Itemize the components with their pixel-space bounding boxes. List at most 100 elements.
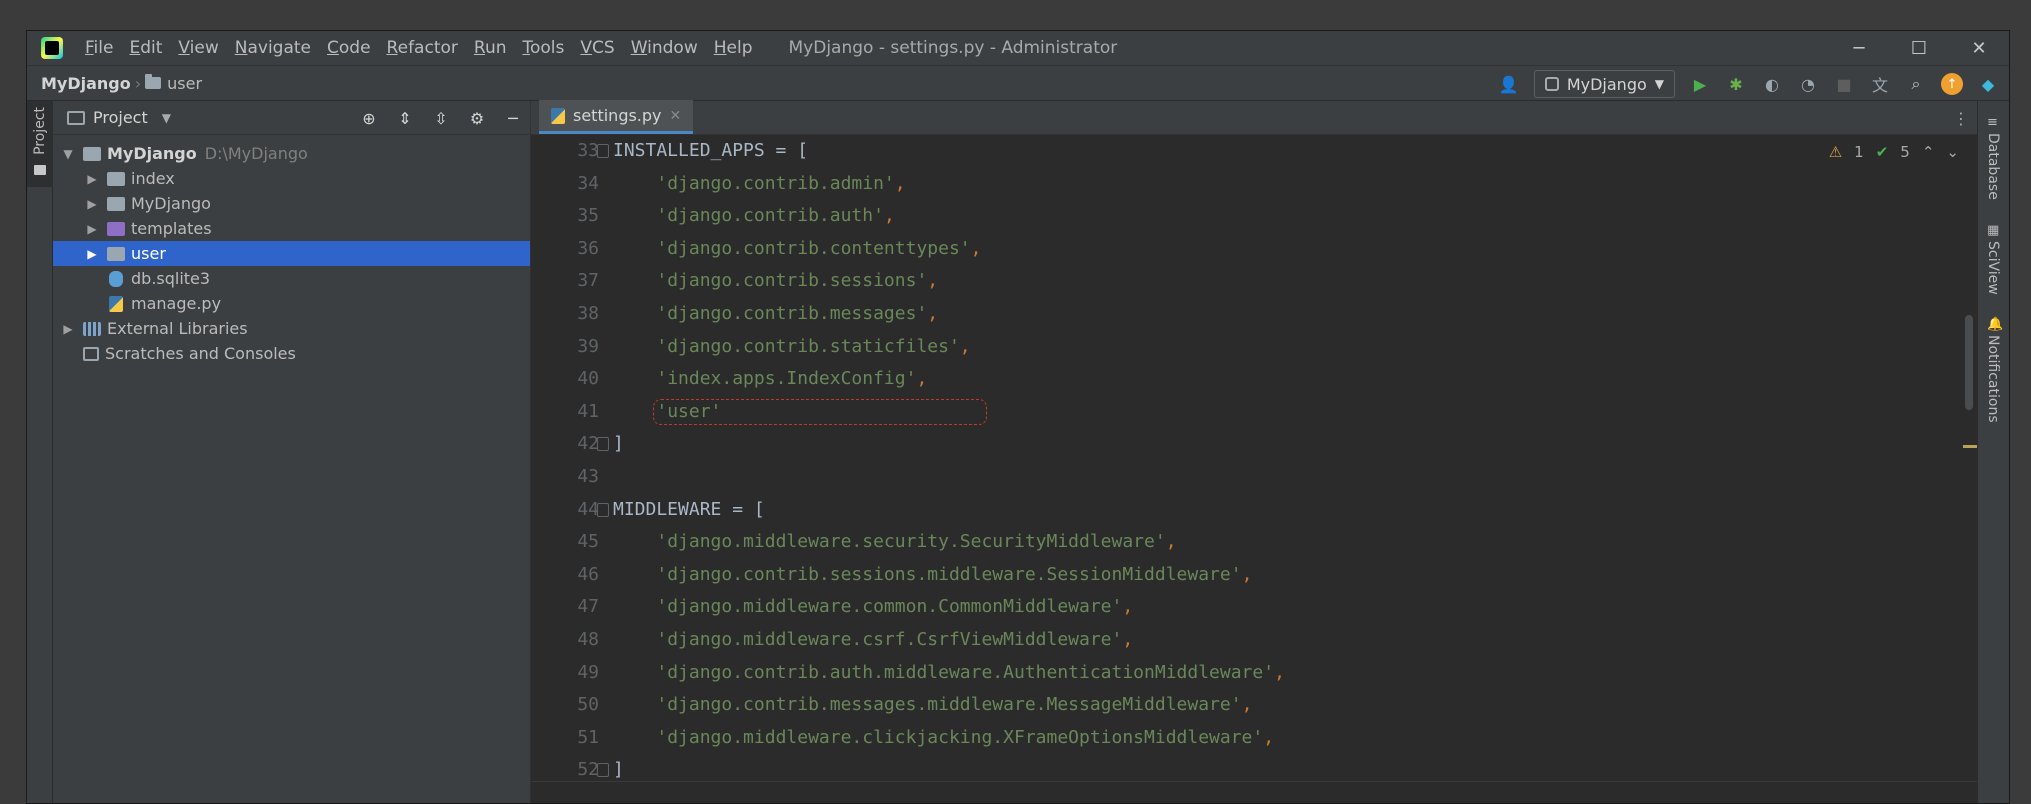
code-line[interactable]: 'django.middleware.csrf.CsrfViewMiddlewa… bbox=[613, 624, 1285, 657]
project-panel: Project ▼ ⊕ ⇕ ⇳ ⚙ ─ ▼ MyDjango D:\MyDjan… bbox=[53, 101, 531, 803]
code-line[interactable]: INSTALLED_APPS = [ bbox=[597, 135, 1285, 168]
inspection-widget[interactable]: ⚠ 1 ✔ 5 ⌃ ⌄ bbox=[1829, 143, 1959, 161]
project-tool-tab[interactable]: Project bbox=[27, 101, 53, 187]
tree-item-external-libraries[interactable]: ▶ External Libraries bbox=[53, 316, 530, 341]
debug-icon[interactable]: ✱ bbox=[1725, 73, 1747, 95]
profile-icon[interactable]: ◔ bbox=[1797, 73, 1819, 95]
tree-item-label: Scratches and Consoles bbox=[105, 344, 296, 363]
maximize-button[interactable]: ☐ bbox=[1889, 31, 1949, 65]
chevron-right-icon[interactable]: ▶ bbox=[85, 197, 99, 211]
error-stripe-mark[interactable] bbox=[1963, 445, 1977, 448]
chevron-down-icon[interactable]: ⌄ bbox=[1946, 143, 1959, 161]
chevron-right-icon[interactable]: ▶ bbox=[85, 172, 99, 186]
expand-all-icon[interactable]: ⇕ bbox=[394, 107, 416, 129]
punctuation: , bbox=[894, 172, 906, 194]
menu-item-code[interactable]: Code bbox=[319, 38, 379, 58]
string-literal: 'django.contrib.auth.middleware.Authenti… bbox=[656, 661, 1275, 683]
code-line[interactable]: 'django.contrib.auth', bbox=[613, 200, 1285, 233]
code-line[interactable]: 'django.contrib.messages.middleware.Mess… bbox=[613, 689, 1285, 722]
collapse-all-icon[interactable]: ⇳ bbox=[430, 107, 452, 129]
tree-item-scratches[interactable]: Scratches and Consoles bbox=[53, 341, 530, 366]
menu-item-vcs[interactable]: VCS bbox=[572, 38, 622, 58]
code-line[interactable] bbox=[613, 461, 1285, 494]
menu-item-edit[interactable]: Edit bbox=[121, 38, 170, 58]
scrollbar-thumb[interactable] bbox=[1965, 315, 1973, 410]
menu-item-window[interactable]: Window bbox=[623, 38, 706, 58]
project-panel-title[interactable]: Project bbox=[93, 108, 148, 127]
code-line[interactable]: 'django.contrib.sessions', bbox=[613, 265, 1285, 298]
line-number-gutter: 33 34 35 36 37 38 39 40 41 42 43 44 45 46 47 48 49 50 51 52 bbox=[531, 135, 613, 781]
sciview-tool-tab[interactable]: SciView bbox=[1985, 241, 2001, 295]
punctuation: , bbox=[959, 335, 971, 357]
run-icon[interactable]: ▶ bbox=[1689, 73, 1711, 95]
code-line[interactable]: 'django.contrib.staticfiles', bbox=[613, 331, 1285, 364]
hide-icon[interactable]: ─ bbox=[502, 107, 524, 129]
close-icon[interactable]: ✕ bbox=[670, 108, 682, 124]
close-button[interactable]: ✕ bbox=[1949, 31, 2009, 65]
project-tool-label: Project bbox=[32, 107, 48, 155]
code-line[interactable]: 'django.contrib.admin', bbox=[613, 168, 1285, 201]
coverage-icon[interactable]: ◐ bbox=[1761, 73, 1783, 95]
menu-item-view[interactable]: View bbox=[170, 38, 226, 58]
tree-item-manage[interactable]: manage.py bbox=[53, 291, 530, 316]
punctuation: , bbox=[1263, 726, 1275, 748]
tree-item-root[interactable]: ▼ MyDjango D:\MyDjango bbox=[53, 141, 530, 166]
chevron-down-icon[interactable]: ▼ bbox=[61, 147, 75, 161]
search-icon[interactable]: ⌕ bbox=[1905, 73, 1927, 95]
chevron-right-icon[interactable]: ▶ bbox=[61, 322, 75, 336]
fold-marker-icon[interactable] bbox=[597, 144, 609, 158]
punctuation: , bbox=[970, 237, 982, 259]
code-line[interactable]: 'django.middleware.security.SecurityMidd… bbox=[613, 526, 1285, 559]
breadcrumb-project[interactable]: MyDjango bbox=[41, 74, 131, 93]
code-line[interactable]: MIDDLEWARE = [ bbox=[597, 494, 1285, 527]
tree-item-mydjango[interactable]: ▶ MyDjango bbox=[53, 191, 530, 216]
stop-icon[interactable]: ■ bbox=[1833, 73, 1855, 95]
menu-item-tools[interactable]: Tools bbox=[515, 38, 573, 58]
code-line[interactable]: ] bbox=[597, 754, 1285, 781]
code-line[interactable]: 'django.middleware.clickjacking.XFrameOp… bbox=[613, 722, 1285, 755]
menu-item-navigate[interactable]: Navigate bbox=[227, 38, 319, 58]
database-tool-tab[interactable]: Database bbox=[1985, 133, 2001, 200]
library-icon bbox=[83, 321, 101, 336]
tree-item-db[interactable]: db.sqlite3 bbox=[53, 266, 530, 291]
translate-icon[interactable]: 文 bbox=[1869, 73, 1891, 95]
run-config-selector[interactable]: MyDjango ▼ bbox=[1533, 70, 1675, 98]
code-line[interactable]: 'django.middleware.common.CommonMiddlewa… bbox=[613, 591, 1285, 624]
tree-item-label: db.sqlite3 bbox=[131, 269, 211, 288]
code-line[interactable]: 'django.contrib.auth.middleware.Authenti… bbox=[613, 657, 1285, 690]
update-icon[interactable]: ↑ bbox=[1941, 73, 1963, 95]
code-line[interactable]: 'django.contrib.sessions.middleware.Sess… bbox=[613, 559, 1285, 592]
code-line[interactable]: 'index.apps.IndexConfig', bbox=[613, 363, 1285, 396]
menu-item-run[interactable]: Run bbox=[466, 38, 515, 58]
menu-mnemonic: N bbox=[234, 38, 248, 58]
menu-item-file[interactable]: File bbox=[77, 38, 121, 58]
tree-item-templates[interactable]: ▶ templates bbox=[53, 216, 530, 241]
fold-marker-icon[interactable] bbox=[597, 502, 609, 517]
breadcrumb-folder[interactable]: user bbox=[167, 74, 202, 93]
locate-icon[interactable]: ⊕ bbox=[358, 107, 380, 129]
more-icon[interactable]: ⋮ bbox=[1953, 109, 1969, 128]
code-area[interactable]: 33 34 35 36 37 38 39 40 41 42 43 44 45 46 47 48 49 50 51 52… bbox=[531, 135, 1979, 781]
tab-settings-py[interactable]: settings.py ✕ bbox=[539, 100, 694, 134]
menu-item-help[interactable]: Help bbox=[706, 38, 761, 58]
code-line[interactable]: 'user' bbox=[613, 396, 1285, 429]
menu-item-refactor[interactable]: Refactor bbox=[379, 38, 466, 58]
fold-marker-icon[interactable] bbox=[597, 437, 609, 452]
code-line[interactable]: 'django.contrib.contenttypes', bbox=[613, 233, 1285, 266]
chevron-right-icon[interactable]: ▶ bbox=[85, 247, 99, 261]
user-icon[interactable]: 👤 bbox=[1498, 73, 1520, 95]
horizontal-scrollbar[interactable] bbox=[531, 781, 1979, 803]
chevron-down-icon[interactable]: ▼ bbox=[162, 111, 171, 125]
chevron-up-icon[interactable]: ⌃ bbox=[1922, 143, 1935, 161]
chevron-right-icon[interactable]: ▶ bbox=[85, 222, 99, 236]
code-line[interactable]: 'django.contrib.messages', bbox=[613, 298, 1285, 331]
code-line[interactable]: ] bbox=[597, 428, 1285, 461]
jetbrains-icon[interactable]: ◆ bbox=[1977, 73, 1999, 95]
tree-item-index[interactable]: ▶ index bbox=[53, 166, 530, 191]
tree-item-user[interactable]: ▶ user bbox=[53, 241, 530, 266]
notifications-tool-tab[interactable]: Notifications bbox=[1985, 335, 2001, 423]
fold-marker-icon[interactable] bbox=[597, 763, 609, 778]
minimize-button[interactable]: ─ bbox=[1829, 31, 1889, 65]
gear-icon[interactable]: ⚙ bbox=[466, 107, 488, 129]
